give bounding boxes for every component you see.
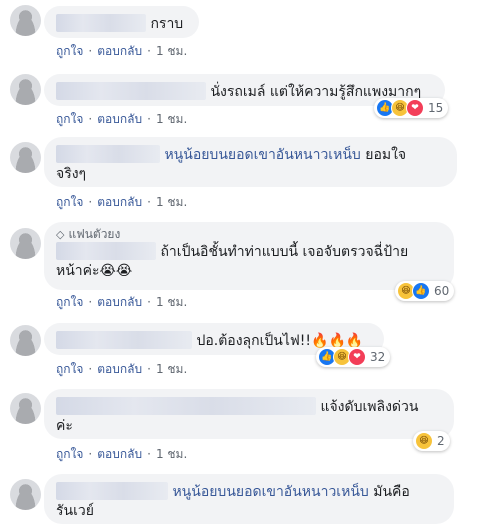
comment-text-line2: จริงๆ (56, 166, 87, 182)
comment-actions: ถูกใจ · ตอบกลับ · 1 ชม. (56, 195, 188, 209)
avatar[interactable] (10, 325, 41, 356)
comment-actions: ถูกใจ · ตอบกลับ · 1 ชม. (56, 447, 188, 461)
timestamp[interactable]: 1 ชม. (156, 44, 187, 58)
reply-link[interactable]: ตอบกลับ (97, 295, 142, 309)
comment-bubble: หนูน้อยบนยอดเขาอันหนาวเหน็บ มันคือ รันเว… (44, 474, 454, 524)
diamond-icon: ◇ (56, 228, 65, 241)
avatar[interactable] (10, 5, 41, 36)
redacted-username[interactable] (56, 482, 168, 500)
tagged-user-link[interactable]: หนูน้อยบนยอดเขาอันหนาวเหน็บ (164, 147, 360, 163)
comment-actions: ถูกใจ · ตอบกลับ · 1 ชม. (56, 295, 188, 309)
comment-text: มันคือ (373, 484, 410, 500)
reply-link[interactable]: ตอบกลับ (97, 362, 142, 376)
comment-text: กราบ (150, 16, 184, 32)
top-fan-label: แฟนตัวยง (68, 227, 121, 241)
avatar[interactable] (10, 479, 41, 510)
reaction-count: 15 (428, 101, 444, 115)
reaction-count: 32 (370, 350, 386, 364)
avatar[interactable] (10, 142, 41, 173)
avatar[interactable] (10, 228, 41, 259)
reaction-summary[interactable]: 😆 👍 60 (395, 281, 455, 301)
comment-text-line2: รันเวย์ (56, 503, 94, 519)
reply-link[interactable]: ตอบกลับ (97, 44, 142, 58)
comment-bubble: กราบ (44, 6, 199, 38)
comment-bubble: ◇ แฟนตัวยง ถ้าเป็นอิชั้นทำท่าแบบนี้ เจอจ… (44, 222, 454, 290)
reply-link[interactable]: ตอบกลับ (97, 112, 142, 126)
like-link[interactable]: ถูกใจ (56, 44, 83, 58)
top-fan-badge: ◇ แฟนตัวยง (56, 227, 442, 242)
avatar[interactable] (10, 393, 41, 424)
redacted-username[interactable] (56, 242, 156, 260)
haha-reaction-icon: 😆 (415, 432, 433, 450)
comment-text-line2: หน้าค่ะ😭😭 (56, 263, 133, 279)
comment-text: ถ้าเป็นอิชั้นทำท่าแบบนี้ เจอจับตรวจฉี่ป้… (160, 244, 409, 260)
avatar[interactable] (10, 74, 41, 105)
redacted-username[interactable] (56, 145, 160, 163)
love-reaction-icon: ❤ (406, 99, 424, 117)
reply-link[interactable]: ตอบกลับ (97, 195, 142, 209)
love-reaction-icon: ❤ (348, 348, 366, 366)
redacted-username[interactable] (56, 397, 316, 415)
timestamp[interactable]: 1 ชม. (156, 362, 187, 376)
comment-bubble: หนูน้อยบนยอดเขาอันหนาวเหน็บ ยอมใจ จริงๆ (44, 137, 457, 187)
comment-text: ยอมใจ (365, 147, 407, 163)
redacted-username[interactable] (56, 331, 192, 349)
timestamp[interactable]: 1 ชม. (156, 195, 187, 209)
reaction-summary[interactable]: 👍 😆 ❤ 32 (316, 347, 391, 367)
reaction-summary[interactable]: 👍 😆 ❤ 15 (374, 98, 449, 118)
tagged-user-link[interactable]: หนูน้อยบนยอดเขาอันหนาวเหน็บ (172, 484, 368, 500)
timestamp[interactable]: 1 ชม. (156, 447, 187, 461)
comment-actions: ถูกใจ · ตอบกลับ · 1 ชม. (56, 44, 188, 58)
redacted-username[interactable] (56, 82, 206, 100)
reaction-summary[interactable]: 😆 2 (413, 431, 450, 451)
like-link[interactable]: ถูกใจ (56, 362, 83, 376)
reply-link[interactable]: ตอบกลับ (97, 447, 142, 461)
comment-text: แจ้งดับเพลิงด่วน (320, 399, 419, 415)
comment-actions: ถูกใจ · ตอบกลับ · 1 ชม. (56, 362, 188, 376)
like-reaction-icon: 👍 (412, 282, 430, 300)
like-link[interactable]: ถูกใจ (56, 447, 83, 461)
redacted-username[interactable] (56, 14, 146, 32)
timestamp[interactable]: 1 ชม. (156, 295, 187, 309)
reaction-count: 2 (437, 434, 445, 448)
comment-text-line2: ค่ะ (56, 418, 73, 434)
like-link[interactable]: ถูกใจ (56, 195, 83, 209)
like-link[interactable]: ถูกใจ (56, 112, 83, 126)
timestamp[interactable]: 1 ชม. (156, 112, 187, 126)
like-link[interactable]: ถูกใจ (56, 295, 83, 309)
reaction-count: 60 (434, 284, 450, 298)
comment-bubble: แจ้งดับเพลิงด่วน ค่ะ (44, 389, 454, 439)
comment-actions: ถูกใจ · ตอบกลับ · 1 ชม. (56, 112, 188, 126)
